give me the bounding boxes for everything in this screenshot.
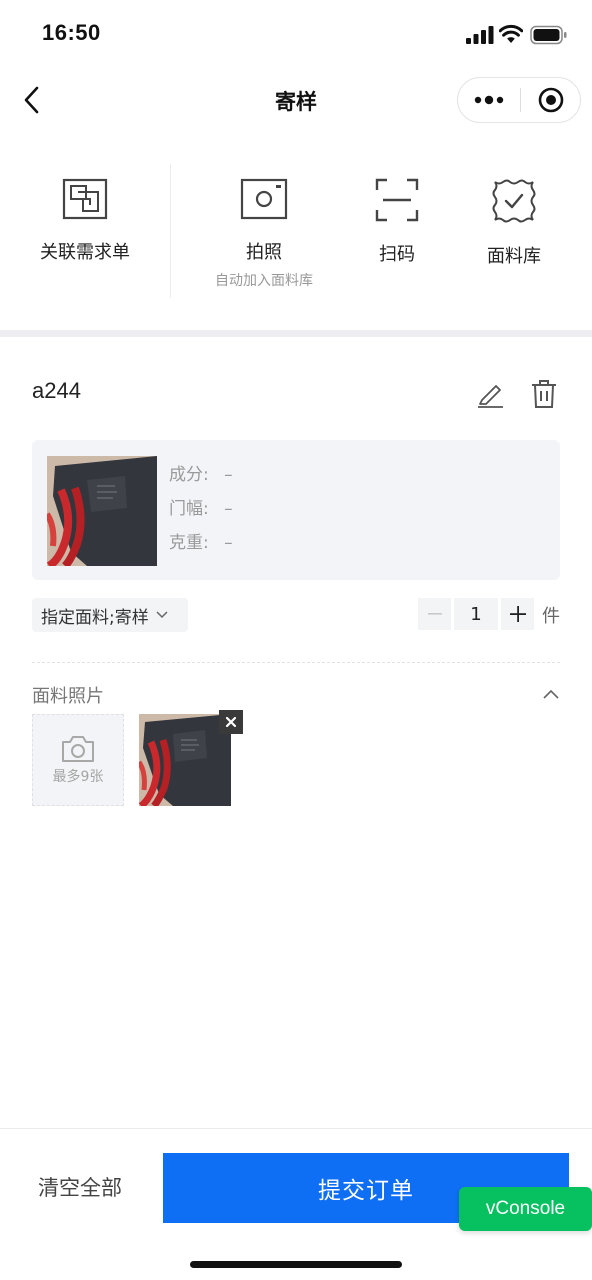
close-icon: [226, 717, 236, 727]
vconsole-button[interactable]: vConsole: [459, 1187, 592, 1231]
status-bar: 16:50: [0, 0, 592, 70]
bottom-divider: [0, 1128, 592, 1129]
status-time: 16:50: [42, 20, 101, 45]
link-doc-icon: [62, 178, 108, 220]
spec-label: 门幅:: [169, 499, 209, 519]
action-bar: 关联需求单 拍照 自动加入面料库 扫码 面料库: [0, 150, 592, 320]
quantity-input[interactable]: 1: [454, 598, 498, 630]
close-mini-program-button[interactable]: [521, 78, 581, 122]
edit-icon[interactable]: [476, 380, 504, 408]
home-indicator: [190, 1261, 402, 1268]
link-request-action[interactable]: 关联需求单: [34, 178, 136, 264]
battery-icon: [530, 25, 567, 45]
camera-icon: [62, 736, 94, 762]
chevron-up-icon: [543, 689, 559, 699]
back-button[interactable]: [14, 82, 50, 118]
section-gap: [0, 330, 592, 337]
take-photo-action[interactable]: 拍照 自动加入面料库: [206, 178, 322, 290]
quantity-increase-button[interactable]: [501, 598, 534, 630]
item-name: a244: [32, 378, 81, 403]
spec-value: –: [224, 499, 233, 519]
action-label: 关联需求单: [40, 242, 130, 263]
action-label: 面料库: [487, 246, 541, 267]
photo-upload-button[interactable]: 最多9张: [32, 714, 124, 806]
fabric-info-card: 成分: – 门幅: – 克重: –: [32, 440, 560, 580]
fabric-photo-image: [139, 714, 231, 806]
target-circle-icon: [538, 87, 564, 113]
scan-icon: [375, 178, 419, 222]
action-label: 拍照: [246, 242, 282, 263]
photos-section-title: 面料照片: [32, 686, 104, 707]
chevron-down-icon: [156, 611, 168, 619]
remove-photo-button[interactable]: [219, 710, 243, 734]
signal-icon: [466, 26, 494, 44]
trash-icon[interactable]: [530, 379, 558, 409]
spec-row-weight: 克重: –: [169, 528, 233, 553]
fabric-library-icon: [492, 179, 536, 223]
spec-value: –: [224, 465, 233, 485]
minus-icon: [427, 613, 442, 615]
fabric-library-action[interactable]: 面料库: [474, 178, 554, 268]
photos-collapse-toggle[interactable]: [538, 682, 564, 706]
quantity-decrease-button[interactable]: [418, 598, 451, 630]
more-button[interactable]: [458, 78, 520, 122]
uploaded-photo[interactable]: [139, 714, 231, 806]
action-label: 扫码: [379, 244, 415, 265]
wifi-icon: [499, 24, 523, 43]
spec-row-width: 门幅: –: [169, 494, 233, 519]
fabric-thumbnail[interactable]: [47, 456, 157, 566]
sample-type-select[interactable]: 指定面料;寄样: [32, 598, 188, 632]
sample-type-value: 指定面料;寄样: [41, 607, 149, 628]
clear-all-button[interactable]: 清空全部: [38, 1172, 122, 1202]
action-divider: [170, 164, 171, 298]
quantity-unit: 件: [542, 606, 560, 627]
action-sublabel: 自动加入面料库: [215, 273, 313, 289]
spec-label: 克重:: [169, 533, 209, 553]
chevron-left-icon: [24, 86, 39, 114]
fabric-photo-image: [47, 456, 157, 566]
mini-program-capsule: [457, 77, 581, 123]
spec-row-composition: 成分: –: [169, 460, 233, 485]
more-dots-icon: [474, 95, 504, 105]
spec-value: –: [224, 533, 233, 553]
scan-action[interactable]: 扫码: [362, 178, 432, 266]
photo-upload-label: 最多9张: [52, 769, 104, 785]
plus-icon: [509, 606, 526, 622]
camera-icon: [240, 178, 288, 220]
dashed-divider: [32, 662, 560, 663]
spec-label: 成分:: [169, 465, 209, 485]
nav-bar: 寄样: [0, 70, 592, 132]
